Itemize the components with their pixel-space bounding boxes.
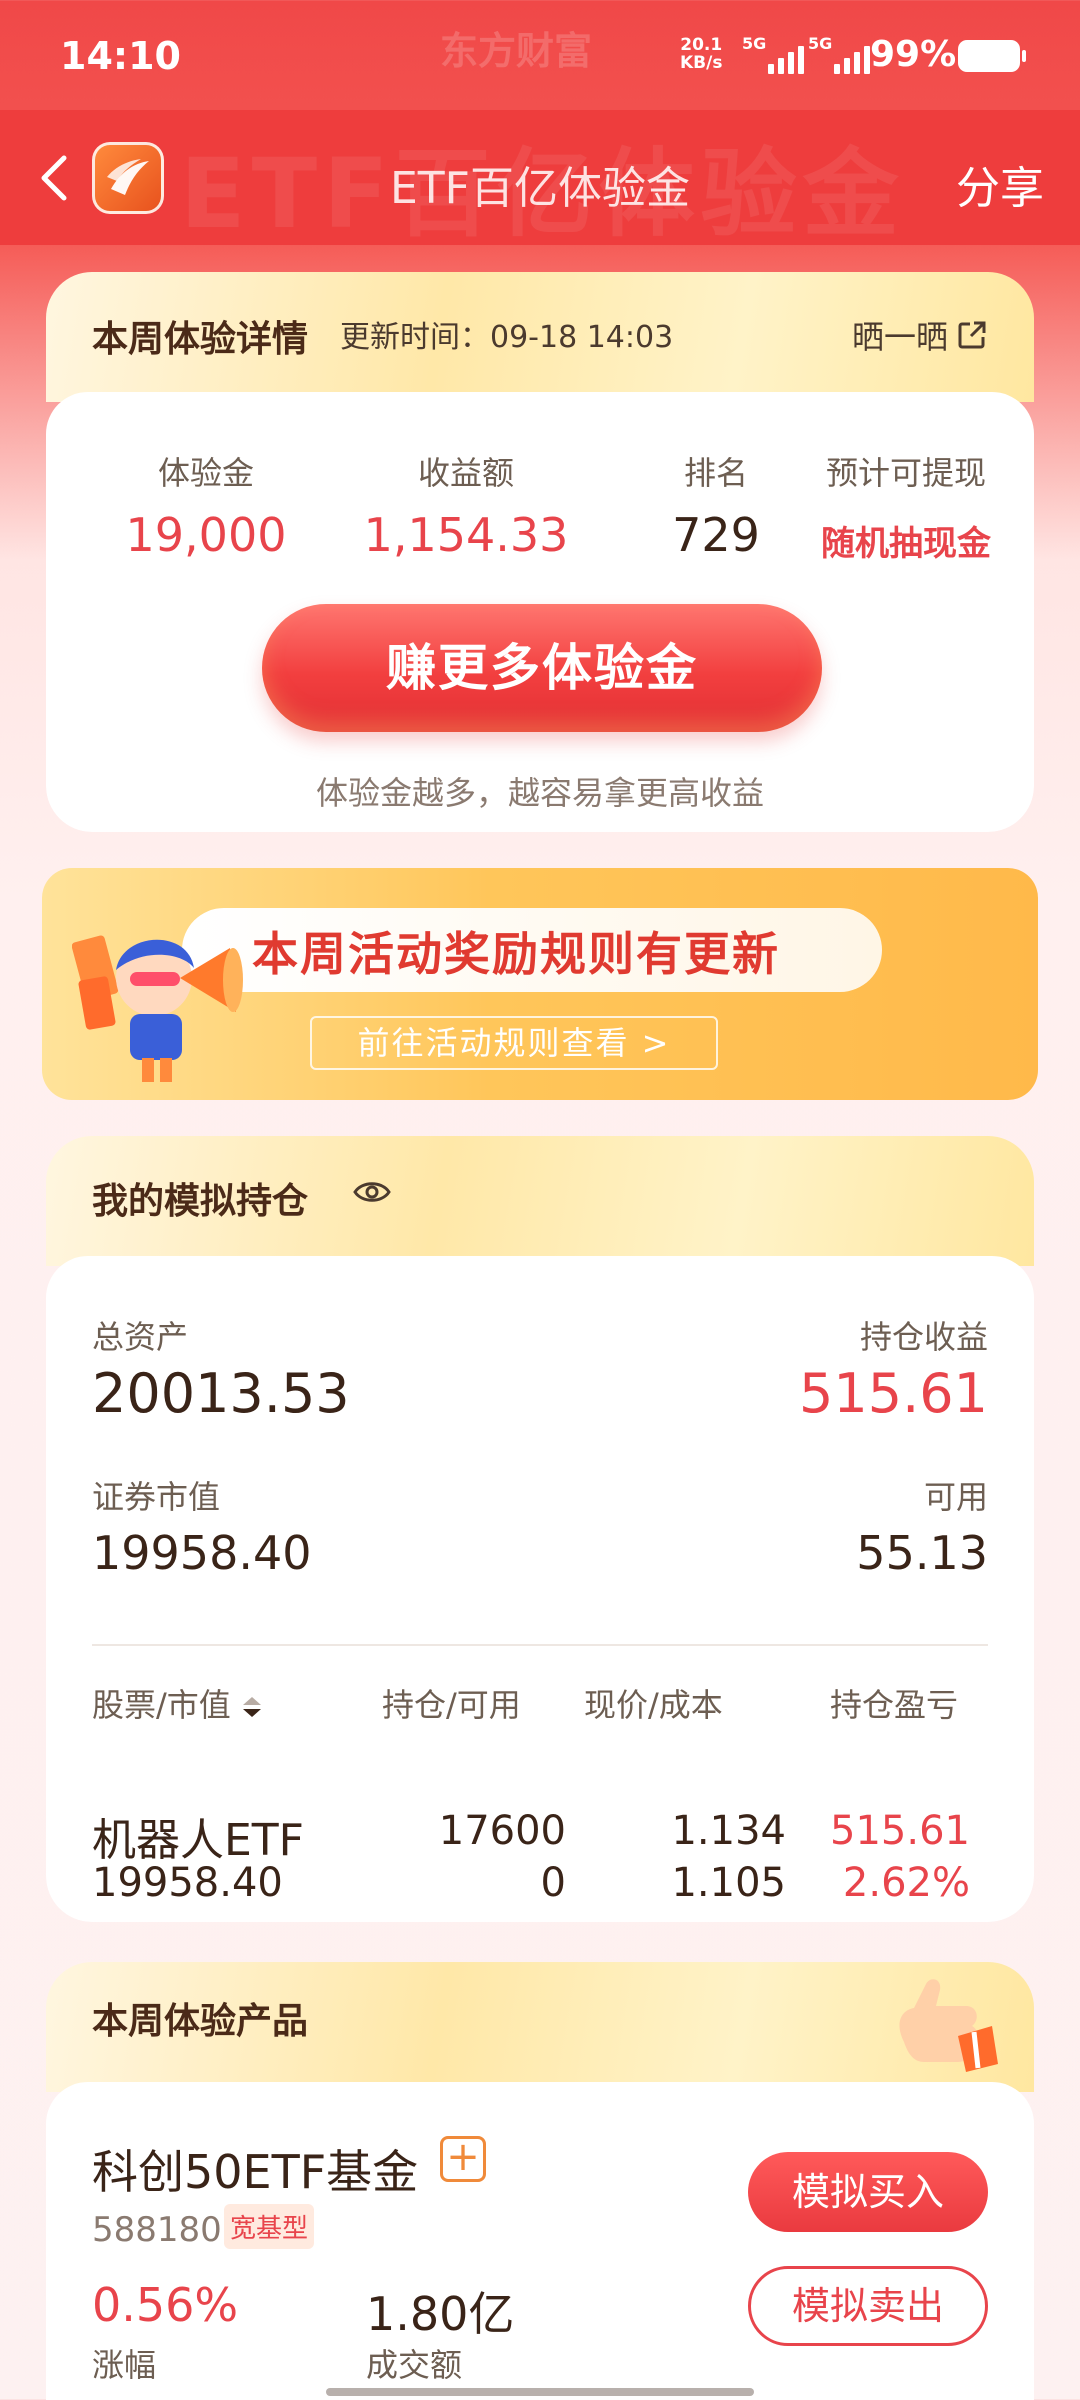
fund-name[interactable]: 科创50ETF基金 — [92, 2136, 418, 2202]
network-speed-unit: KB/s — [680, 53, 723, 73]
total-assets-label: 总资产 — [92, 1318, 189, 1356]
stat-rank: 排名 729 — [626, 448, 806, 562]
mascot-megaphone-icon — [72, 935, 243, 1082]
row-price: 1.134 — [671, 1808, 786, 1854]
share-result-label: 晒一晒 — [851, 318, 948, 356]
stat-experience-fund: 体验金 19,000 — [86, 448, 326, 562]
column-header-price: 现价/成本 — [584, 1686, 723, 1724]
available-value: 55.13 — [856, 1526, 988, 1580]
banner-title: 本周活动奖励规则有更新 — [252, 927, 780, 981]
holding-profit-value: 515.61 — [799, 1362, 988, 1425]
fund-type-badge: 宽基型 — [224, 2204, 315, 2249]
stat-label: 预计可提现 — [825, 454, 986, 492]
market-value-label: 证券市值 — [92, 1478, 221, 1516]
stat-label: 排名 — [683, 454, 748, 492]
app-header: ETF百亿体验金 ETF百亿体验金 分享 — [0, 110, 1080, 250]
fund-volume: 1.80亿 — [366, 2287, 515, 2341]
status-time: 14:10 — [60, 34, 181, 78]
column-header-holding: 持仓/可用 — [382, 1686, 521, 1724]
positions-title: 我的模拟持仓 — [87, 1172, 308, 1230]
stat-label: 体验金 — [157, 454, 254, 492]
fund-change-label: 涨幅 — [92, 2346, 157, 2384]
stat-label: 收益额 — [417, 454, 514, 492]
sim1-signal-icon: 5G — [742, 34, 804, 76]
thumbs-up-icon — [899, 1979, 998, 2072]
stats-row: 体验金 19,000 收益额 1,154.33 排名 729 预计可提现 随机抽… — [46, 448, 1034, 568]
banner-rules-link[interactable]: 前往活动规则查看 > — [310, 1016, 718, 1070]
row-holding: 17600 — [438, 1808, 566, 1854]
positions-body: 总资产 20013.53 持仓收益 515.61 证券市值 19958.40 可… — [46, 1256, 1034, 1922]
positions-header: 我的模拟持仓 — [46, 1136, 1034, 1266]
sort-icon — [242, 1697, 261, 1717]
sim2-label: 5G — [808, 34, 833, 53]
products-card: 本周体验产品 科创50ETF基金 + 588180 宽基型 0.56% 涨幅 1… — [46, 1962, 1034, 2400]
stat-value: 随机抽现金 — [821, 524, 991, 564]
column-header-stock-label: 股票/市值 — [92, 1686, 231, 1724]
fund-code: 588180 — [92, 2210, 222, 2250]
eye-icon[interactable] — [352, 1172, 392, 1212]
weekly-detail-header: 本周体验详情 更新时间：09-18 14:03 晒一晒 — [46, 272, 1034, 402]
share-button[interactable]: 分享 — [956, 152, 1044, 216]
stat-earnings: 收益额 1,154.33 — [346, 448, 586, 562]
update-time: 更新时间：09-18 14:03 — [340, 320, 674, 355]
row-profit: 515.61 — [830, 1808, 970, 1854]
external-link-icon — [958, 321, 986, 349]
status-ghost-brand: 东方财富 — [440, 29, 593, 73]
row-name: 机器人ETF — [92, 1815, 304, 1866]
market-value-value: 19958.40 — [92, 1526, 312, 1580]
add-watchlist-button[interactable]: + — [440, 2136, 486, 2182]
fund-volume-label: 成交额 — [366, 2346, 463, 2384]
stat-value: 1,154.33 — [363, 508, 569, 562]
holding-profit-label: 持仓收益 — [859, 1318, 988, 1356]
stat-value: 19,000 — [125, 508, 287, 562]
products-body: 科创50ETF基金 + 588180 宽基型 0.56% 涨幅 1.80亿 成交… — [46, 2082, 1034, 2400]
row-cost: 1.105 — [671, 1860, 786, 1906]
share-result-button[interactable]: 晒一晒 — [852, 312, 988, 358]
products-header: 本周体验产品 — [46, 1962, 1034, 2092]
stat-value: 729 — [672, 508, 760, 562]
total-assets-value: 20013.53 — [92, 1362, 350, 1425]
divider — [92, 1644, 988, 1646]
column-header-profit: 持仓盈亏 — [830, 1686, 959, 1724]
page-title: ETF百亿体验金 — [390, 163, 690, 214]
battery-percent: 99% — [870, 34, 957, 75]
products-title: 本周体验产品 — [87, 1992, 308, 2050]
weekly-detail-title: 本周体验详情 — [87, 310, 308, 368]
network-speed-value: 20.1 — [680, 35, 723, 55]
hint-text: 体验金越多，越容易拿更高收益 — [315, 774, 764, 812]
earn-more-button[interactable]: 赚更多体验金 — [262, 604, 822, 732]
weekly-detail-card: 本周体验详情 更新时间：09-18 14:03 晒一晒 体验金 19,000 收… — [46, 272, 1034, 832]
simulate-sell-button[interactable]: 模拟卖出 — [748, 2266, 988, 2346]
row-profit-pct: 2.62% — [842, 1860, 970, 1906]
sim1-label: 5G — [742, 34, 767, 53]
status-bar: 14:10 东方财富 20.1 KB/s 5G 5G 99% — [0, 0, 1080, 110]
row-market-value: 19958.40 — [92, 1860, 283, 1906]
row-available: 0 — [540, 1860, 566, 1906]
rules-update-banner[interactable]: 本周活动奖励规则有更新 前往活动规则查看 > — [42, 868, 1038, 1100]
positions-card: 我的模拟持仓 总资产 20013.53 持仓收益 515.61 证券市值 199… — [46, 1136, 1034, 1922]
home-indicator[interactable] — [326, 2388, 754, 2396]
column-header-stock[interactable]: 股票/市值 — [92, 1680, 263, 1726]
simulate-buy-button[interactable]: 模拟买入 — [748, 2152, 988, 2232]
weekly-detail-body: 体验金 19,000 收益额 1,154.33 排名 729 预计可提现 随机抽… — [46, 392, 1034, 832]
sim2-signal-icon: 5G — [808, 34, 870, 76]
battery-icon — [958, 40, 1026, 72]
network-speed: 20.1 KB/s — [680, 36, 722, 72]
stat-withdrawable: 预计可提现 随机抽现金 — [786, 448, 1026, 565]
fund-change: 0.56% — [92, 2278, 239, 2332]
available-label: 可用 — [923, 1478, 988, 1516]
